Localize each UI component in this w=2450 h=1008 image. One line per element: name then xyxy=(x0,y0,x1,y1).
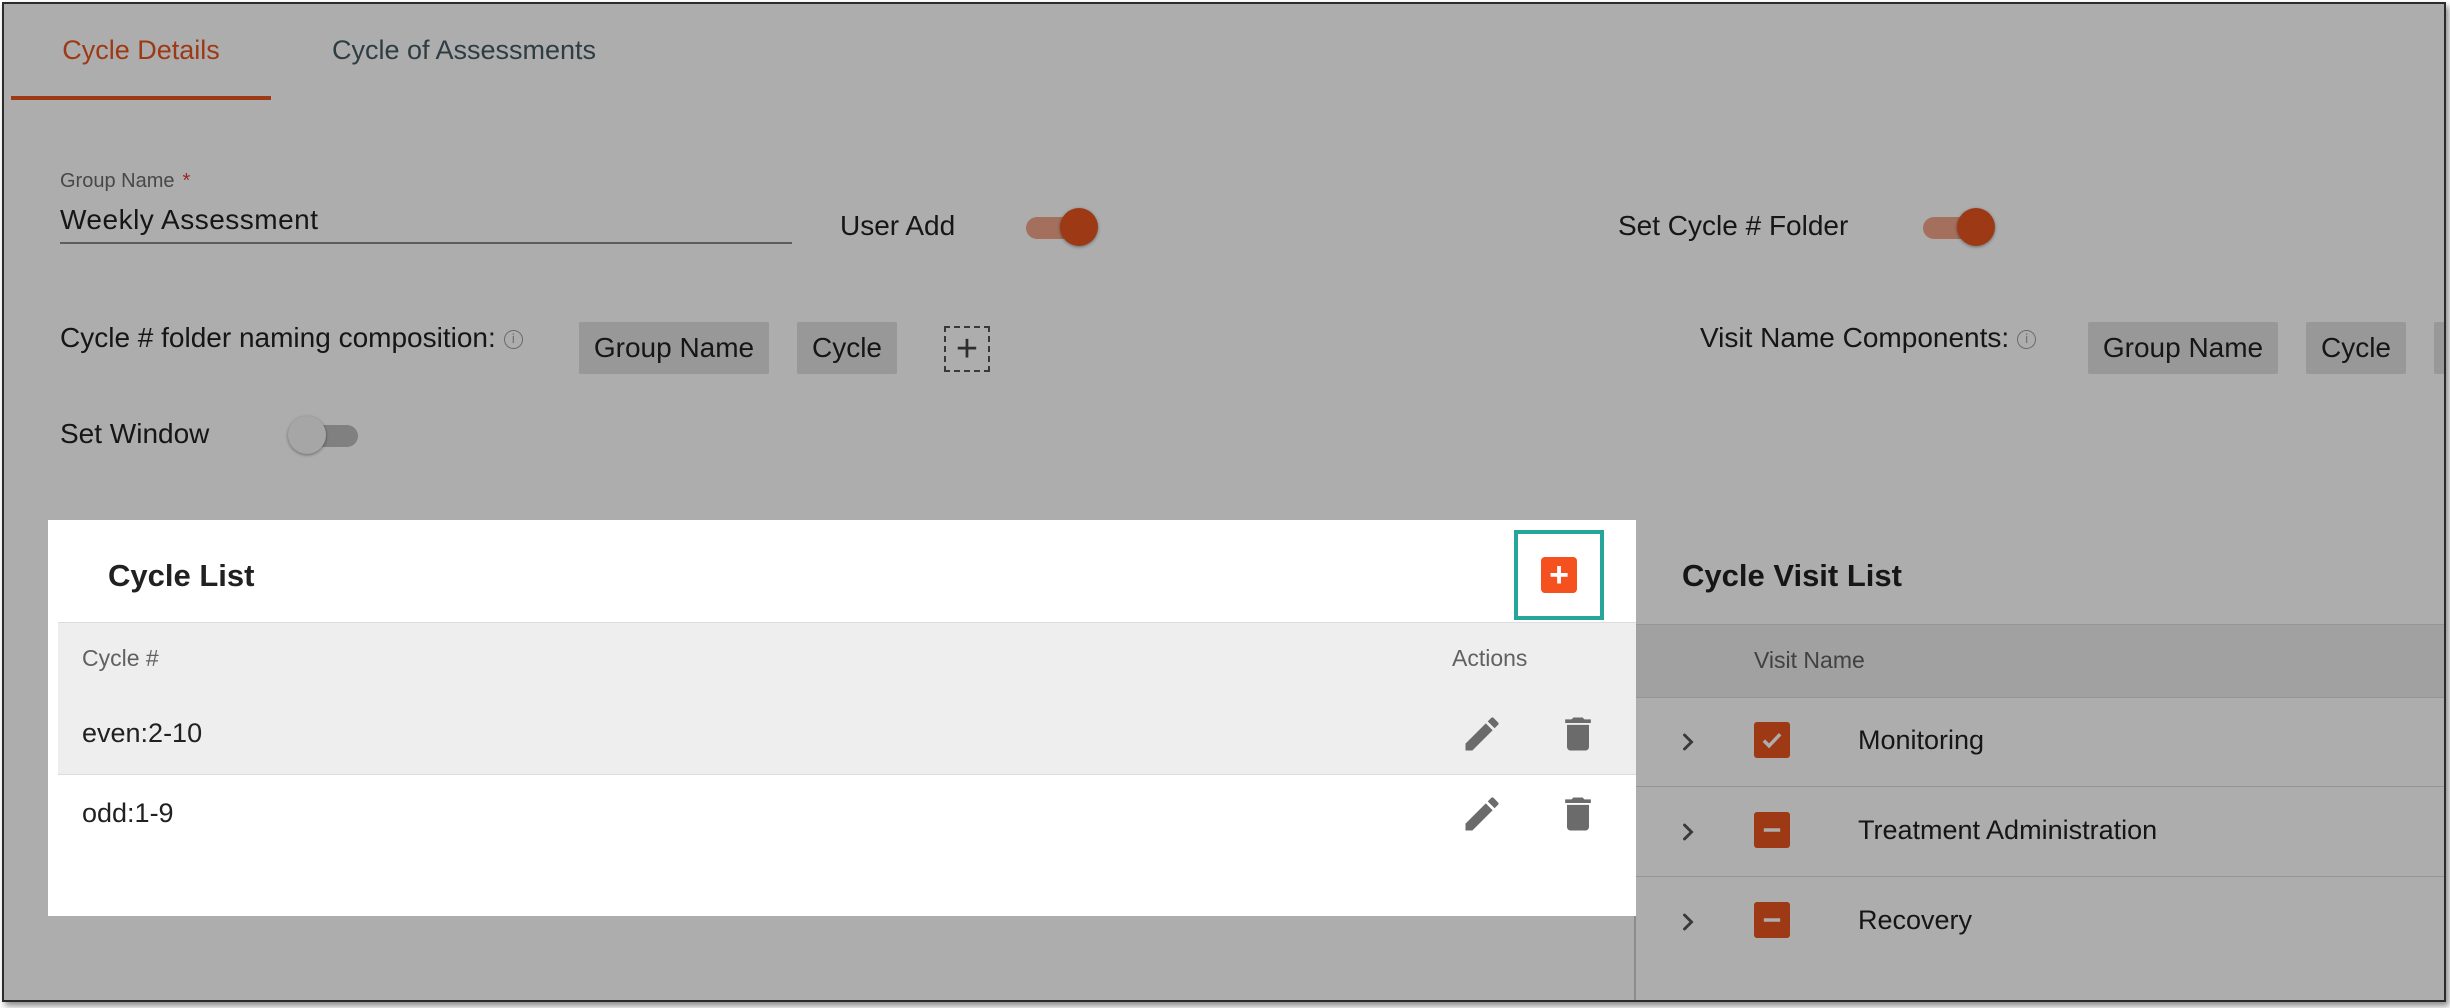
visit-checkbox-indeterminate[interactable] xyxy=(1754,902,1790,938)
visit-name: Monitoring xyxy=(1858,725,1985,755)
dim-overlay-left xyxy=(4,520,48,1000)
dim-overlay-bottom xyxy=(48,916,1636,1000)
minus-icon xyxy=(1763,918,1781,922)
set-cycle-folder-label: Set Cycle # Folder xyxy=(1618,210,1849,241)
cycle-visit-list-title: Cycle Visit List xyxy=(1682,558,1902,593)
tab-cycle-of-assessments[interactable]: Cycle of Assessments xyxy=(304,4,624,96)
pencil-icon[interactable] xyxy=(1460,712,1504,756)
cycle-visit-list-panel: Cycle Visit List Visit Name Monitoring T… xyxy=(1634,524,2444,1000)
cycle-table-header: Cycle # Actions xyxy=(58,622,1636,696)
folder-chip-group-name[interactable]: Group Name xyxy=(579,322,769,374)
visit-chip-cycle[interactable]: Cycle xyxy=(2306,322,2406,374)
info-icon[interactable]: i xyxy=(2017,330,2037,350)
chevron-right-icon[interactable] xyxy=(1674,908,1702,936)
trash-icon[interactable] xyxy=(1556,712,1600,756)
cycle-list-title: Cycle List xyxy=(108,558,255,593)
user-add-toggle[interactable] xyxy=(1022,206,1098,246)
column-visit-name: Visit Name xyxy=(1754,647,1865,673)
visit-checkbox-indeterminate[interactable] xyxy=(1754,812,1790,848)
group-name-underline xyxy=(60,242,792,244)
folder-naming-label-text: Cycle # folder naming composition: xyxy=(60,322,496,353)
pencil-icon[interactable] xyxy=(1460,792,1504,836)
visit-name-components-label-text: Visit Name Components: xyxy=(1700,322,2010,353)
visit-name: Recovery xyxy=(1858,905,1973,935)
add-folder-component-button[interactable]: + xyxy=(944,326,990,372)
visit-row[interactable]: Treatment Administration xyxy=(1636,786,2444,877)
toggle-knob xyxy=(1957,208,1995,246)
group-name-label-text: Group Name xyxy=(60,170,175,192)
column-cycle-number: Cycle # xyxy=(82,645,159,671)
visit-table-header: Visit Name xyxy=(1636,624,2444,698)
plus-icon: + xyxy=(1549,555,1569,594)
set-window-toggle[interactable] xyxy=(288,414,362,454)
visit-name: Treatment Administration xyxy=(1858,815,2158,845)
toggle-knob xyxy=(288,416,326,454)
chevron-right-icon[interactable] xyxy=(1674,818,1702,846)
minus-icon xyxy=(1763,828,1781,832)
cycle-value: even:2-10 xyxy=(82,718,203,748)
required-marker: * xyxy=(182,170,191,192)
visit-chip-group-name[interactable]: Group Name xyxy=(2088,322,2278,374)
group-name-label: Group Name * xyxy=(60,170,190,193)
visit-name-components-label: Visit Name Components: i xyxy=(1700,322,2037,354)
visit-row[interactable]: Recovery xyxy=(1636,876,2444,966)
cycle-value: odd:1-9 xyxy=(82,798,174,828)
folder-chip-cycle[interactable]: Cycle xyxy=(797,322,897,374)
toggle-knob xyxy=(1060,208,1098,246)
add-cycle-button[interactable]: + xyxy=(1541,555,1577,594)
app-window: Cycle Details Cycle of Assessments Group… xyxy=(2,2,2446,1002)
visit-chip-overflow[interactable] xyxy=(2434,322,2444,374)
cycle-row[interactable]: even:2-10 xyxy=(58,694,1636,775)
cycle-row[interactable]: odd:1-9 xyxy=(58,774,1636,854)
chevron-right-icon[interactable] xyxy=(1674,728,1702,756)
tab-cycle-details[interactable]: Cycle Details xyxy=(11,4,271,100)
plus-icon: + xyxy=(955,327,979,370)
visit-checkbox-checked[interactable] xyxy=(1754,722,1790,758)
tab-bar: Cycle Details Cycle of Assessments xyxy=(4,4,2444,100)
folder-naming-label: Cycle # folder naming composition: i xyxy=(60,322,523,354)
check-icon xyxy=(1762,732,1782,749)
column-actions: Actions xyxy=(1452,645,1528,671)
cycle-list-panel: Cycle List + Cycle # Actions even:2-10 o… xyxy=(48,520,1636,916)
trash-icon[interactable] xyxy=(1556,792,1600,836)
user-add-label: User Add xyxy=(840,210,956,241)
set-window-label: Set Window xyxy=(60,418,210,449)
set-cycle-folder-toggle[interactable] xyxy=(1919,206,1995,246)
group-name-input[interactable]: Weekly Assessment xyxy=(60,204,790,240)
info-icon[interactable]: i xyxy=(503,330,523,350)
visit-row[interactable]: Monitoring xyxy=(1636,696,2444,787)
